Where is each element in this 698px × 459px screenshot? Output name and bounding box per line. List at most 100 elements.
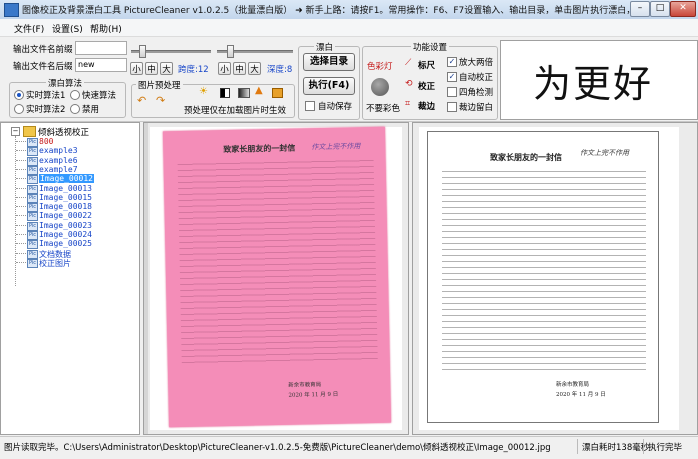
status-bar: 图片读取完毕。C:\Users\Administrator\Desktop\Pi… — [0, 436, 698, 459]
tree-item[interactable]: Image_00025 — [39, 239, 92, 248]
suffix-input[interactable]: new — [75, 58, 127, 72]
white-page[interactable]: 致家长朋友的一封信 作文上完不作用 新余市教育局 2020 年 11 月 9 日 — [427, 131, 659, 423]
crop-margin-checkbox[interactable] — [447, 102, 457, 112]
image-file-icon: Pic — [27, 156, 38, 166]
depth-slider-thumb[interactable] — [227, 45, 234, 58]
sharpen-icon[interactable] — [272, 88, 283, 98]
autosave-label: 自动保存 — [318, 102, 353, 112]
radio-fast[interactable] — [70, 90, 80, 100]
tree-item[interactable]: Image_00012 — [39, 174, 94, 184]
status-done: 执行完毕 — [648, 443, 683, 453]
tree-item[interactable]: Image_00013 — [39, 184, 92, 193]
brightness-icon[interactable]: ☀ — [199, 86, 208, 97]
warm-tone-icon[interactable]: ▲ — [255, 85, 263, 96]
toolbar: 输出文件名前缀 输出文件名后缀 new 漂白算法 实时算法1 快速算法 实时算法… — [0, 37, 698, 122]
tree-connector — [16, 215, 26, 217]
enlarge-checkbox[interactable]: ✓ — [447, 57, 457, 67]
tree-connector — [16, 196, 26, 199]
pink-page[interactable]: 致家长朋友的一封信 作文上完不作用 新余市教育局 2020 年 11 月 9 日 — [162, 126, 392, 428]
tree-item[interactable]: 800 — [39, 137, 53, 146]
corner-detect-checkbox[interactable] — [447, 87, 457, 97]
splitter-handle[interactable] — [144, 123, 148, 434]
image-file-icon: Pic — [27, 240, 38, 250]
close-button[interactable]: ✕ — [670, 1, 696, 17]
original-handwriting: 作文上完不作用 — [311, 142, 361, 152]
image-file-icon: Pic — [27, 165, 38, 175]
radio-realtime-2-label: 实时算法2 — [26, 105, 66, 115]
tree-connector — [16, 141, 26, 143]
correct-icon[interactable]: ⟲ — [405, 79, 413, 89]
span-slider-thumb[interactable] — [139, 45, 146, 58]
ruler-button[interactable]: 标尺 — [418, 59, 435, 71]
tree-item[interactable]: example6 — [39, 156, 78, 165]
autosave-checkbox[interactable] — [305, 101, 315, 111]
image-file-icon: Pic — [27, 147, 38, 157]
select-dir-button[interactable]: 选择目录 — [303, 53, 355, 71]
span-large-button[interactable]: 大 — [160, 62, 173, 75]
corner-detect-label: 四角检测 — [459, 88, 494, 98]
auto-correct-checkbox[interactable]: ✓ — [447, 72, 457, 82]
maximize-button[interactable]: □ — [650, 1, 670, 17]
menu-settings[interactable]: 设置(S) — [52, 22, 83, 35]
depth-large-button[interactable]: 大 — [248, 62, 261, 75]
radio-realtime-2[interactable] — [14, 104, 24, 114]
tree-item[interactable]: Image_00018 — [39, 202, 92, 211]
contrast-icon[interactable] — [220, 88, 230, 98]
tree-item[interactable]: Image_00015 — [39, 193, 92, 202]
cleaned-canvas: 致家长朋友的一封信 作文上完不作用 新余市教育局 2020 年 11 月 9 日 — [419, 127, 679, 430]
cleaned-image-panel: 致家长朋友的一封信 作文上完不作用 新余市教育局 2020 年 11 月 9 日 — [412, 122, 698, 435]
image-file-icon: Pic — [27, 184, 38, 194]
color-light-icon[interactable] — [371, 78, 389, 96]
cleaned-doc-title: 致家长朋友的一封信 — [490, 152, 562, 162]
ruler-icon[interactable]: ⟋ — [405, 58, 411, 68]
preprocess-note: 预处理仅在加载图片时生效 — [184, 106, 287, 116]
features-title: 功能设置 — [411, 41, 450, 53]
crop-icon[interactable]: ⌗ — [405, 99, 410, 109]
status-divider — [577, 439, 578, 454]
tree-connector — [16, 187, 26, 190]
tree-connector — [16, 234, 26, 236]
color-light-label: 色彩灯 — [367, 62, 393, 72]
tree-item[interactable]: example3 — [39, 146, 78, 155]
preprocess-title: 图片预处理 — [136, 79, 183, 91]
tree-connector — [16, 150, 26, 152]
tree-connector — [16, 178, 26, 180]
cleaned-signoff-1: 新余市教育局 — [556, 382, 590, 388]
minimize-button[interactable]: – — [630, 1, 650, 17]
depth-medium-button[interactable]: 中 — [233, 62, 246, 75]
tree-item[interactable]: Image_00023 — [39, 221, 92, 230]
tree-item[interactable]: example7 — [39, 165, 78, 174]
radio-disable[interactable] — [70, 104, 80, 114]
cleaned-handwriting: 作文上完不作用 — [580, 149, 629, 157]
span-small-button[interactable]: 小 — [130, 62, 143, 75]
tree-item[interactable]: Image_00022 — [39, 211, 92, 220]
title-bar: 图像校正及背景漂白工具 PictureCleaner v1.0.2.5（批量漂白… — [0, 0, 698, 20]
rotate-right-icon[interactable]: ↷ — [156, 94, 165, 107]
tree-connector — [16, 206, 26, 208]
correct-button[interactable]: 校正 — [418, 80, 435, 92]
depth-value-label: 深度:8 — [267, 65, 293, 75]
depth-small-button[interactable]: 小 — [218, 62, 231, 75]
image-file-icon: Pic — [27, 138, 38, 147]
execute-button[interactable]: 执行(F4) — [303, 77, 355, 95]
cleaned-body-text — [442, 168, 646, 373]
prefix-input[interactable] — [75, 41, 127, 55]
tree-item[interactable]: 校正图片 — [39, 258, 71, 269]
menu-help[interactable]: 帮助(H) — [90, 22, 122, 35]
tree-collapse-icon[interactable]: − — [11, 127, 20, 136]
radio-realtime-1[interactable] — [14, 90, 24, 100]
gradient-icon[interactable] — [238, 88, 250, 98]
cleaned-signoff-2: 2020 年 11 月 9 日 — [556, 392, 606, 398]
folder-icon — [23, 126, 36, 137]
menu-file[interactable]: 文件(F) — [14, 22, 44, 35]
tree-item[interactable]: Image_00024 — [39, 230, 92, 239]
signature-text: 为更好 — [533, 62, 654, 106]
image-file-icon: Pic — [27, 258, 38, 268]
auto-correct-label: 自动校正 — [459, 73, 494, 83]
app-icon — [4, 3, 19, 17]
image-file-icon: Pic — [27, 175, 38, 185]
span-medium-button[interactable]: 中 — [145, 62, 158, 75]
status-path: 图片读取完毕。C:\Users\Administrator\Desktop\Pi… — [4, 443, 551, 453]
crop-button[interactable]: 裁边 — [418, 100, 435, 112]
rotate-left-icon[interactable]: ↶ — [137, 94, 146, 107]
